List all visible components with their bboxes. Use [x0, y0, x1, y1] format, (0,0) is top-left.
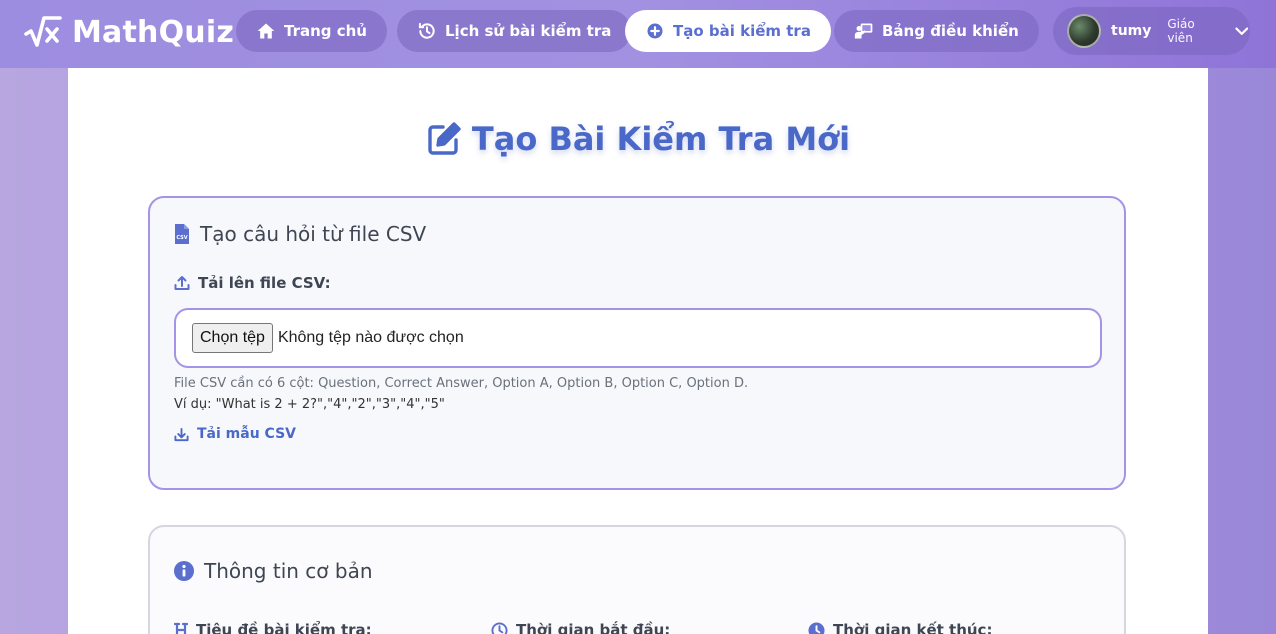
- user-role: Giáo viên: [1167, 17, 1195, 45]
- plus-circle-icon: [647, 23, 663, 39]
- app-logo-text: MathQuiz: [72, 14, 235, 50]
- basic-info-title: Thông tin cơ bản: [204, 559, 373, 583]
- upload-label-text: Tải lên file CSV:: [198, 274, 331, 292]
- download-csv-label: Tải mẫu CSV: [197, 426, 296, 442]
- teacher-board-icon: [854, 23, 873, 39]
- nav-create-test[interactable]: Tạo bài kiểm tra: [625, 10, 831, 52]
- csv-format-hint: File CSV cần có 6 cột: Question, Correct…: [174, 376, 749, 391]
- page-title-text: Tạo Bài Kiểm Tra Mới: [471, 120, 851, 158]
- info-icon: [174, 561, 194, 581]
- csv-example: Ví dụ: "What is 2 + 2?","4","2","3","4",…: [174, 397, 445, 412]
- main-panel: Tạo Bài Kiểm Tra Mới CSV Tạo câu hỏi từ …: [68, 68, 1208, 634]
- nav-home[interactable]: Trang chủ: [236, 10, 387, 52]
- file-status-text: Không tệp nào được chọn: [277, 329, 464, 346]
- csv-card-title: Tạo câu hỏi từ file CSV: [200, 222, 427, 246]
- chevron-down-icon: [1235, 27, 1249, 35]
- csv-file-input[interactable]: Chọn tệp Không tệp nào được chọn: [174, 308, 1102, 368]
- start-time-label-text: Thời gian bắt đầu:: [516, 621, 671, 634]
- end-time-label-text: Thời gian kết thúc:: [833, 621, 993, 634]
- test-title-label-text: Tiêu đề bài kiểm tra:: [196, 621, 372, 634]
- nav-create-test-label: Tạo bài kiểm tra: [673, 22, 811, 40]
- csv-file-icon: CSV: [175, 224, 189, 244]
- top-navbar: MathQuiz Trang chủ Lịch sử bài kiểm tra …: [0, 0, 1276, 68]
- clock-solid-icon: [808, 621, 825, 634]
- clock-outline-icon: [491, 621, 508, 634]
- page-title: Tạo Bài Kiểm Tra Mới: [68, 120, 1208, 158]
- app-logo[interactable]: MathQuiz: [24, 14, 234, 50]
- nav-history[interactable]: Lịch sử bài kiểm tra: [397, 10, 632, 52]
- download-icon: [174, 427, 189, 441]
- heading-icon: [174, 622, 188, 634]
- nav-dashboard-label: Bảng điều khiển: [882, 22, 1019, 40]
- upload-label: Tải lên file CSV:: [174, 274, 331, 292]
- end-time-label: Thời gian kết thúc:: [808, 621, 992, 634]
- nav-dashboard[interactable]: Bảng điều khiển: [834, 10, 1039, 52]
- csv-import-card: CSV Tạo câu hỏi từ file CSV Tải lên file…: [148, 196, 1126, 490]
- csv-card-header: CSV Tạo câu hỏi từ file CSV: [174, 222, 426, 246]
- choose-file-button[interactable]: Chọn tệp: [192, 323, 273, 353]
- history-icon: [418, 22, 435, 39]
- user-name: tumy: [1111, 23, 1152, 39]
- home-icon: [257, 23, 275, 39]
- svg-text:CSV: CSV: [176, 235, 187, 241]
- nav-history-label: Lịch sử bài kiểm tra: [445, 22, 612, 40]
- basic-info-header: Thông tin cơ bản: [174, 559, 373, 583]
- nav-home-label: Trang chủ: [284, 22, 367, 40]
- upload-icon: [174, 276, 190, 290]
- start-time-label: Thời gian bắt đầu:: [491, 621, 670, 634]
- edit-icon: [428, 122, 461, 155]
- square-root-x-icon: [24, 16, 62, 47]
- user-menu[interactable]: tumy Giáo viên: [1053, 7, 1250, 55]
- basic-info-card: Thông tin cơ bản Tiêu đề bài kiểm tra: T…: [148, 525, 1126, 634]
- test-title-label: Tiêu đề bài kiểm tra:: [174, 621, 372, 634]
- avatar: [1067, 14, 1101, 48]
- download-csv-template-link[interactable]: Tải mẫu CSV: [174, 426, 296, 442]
